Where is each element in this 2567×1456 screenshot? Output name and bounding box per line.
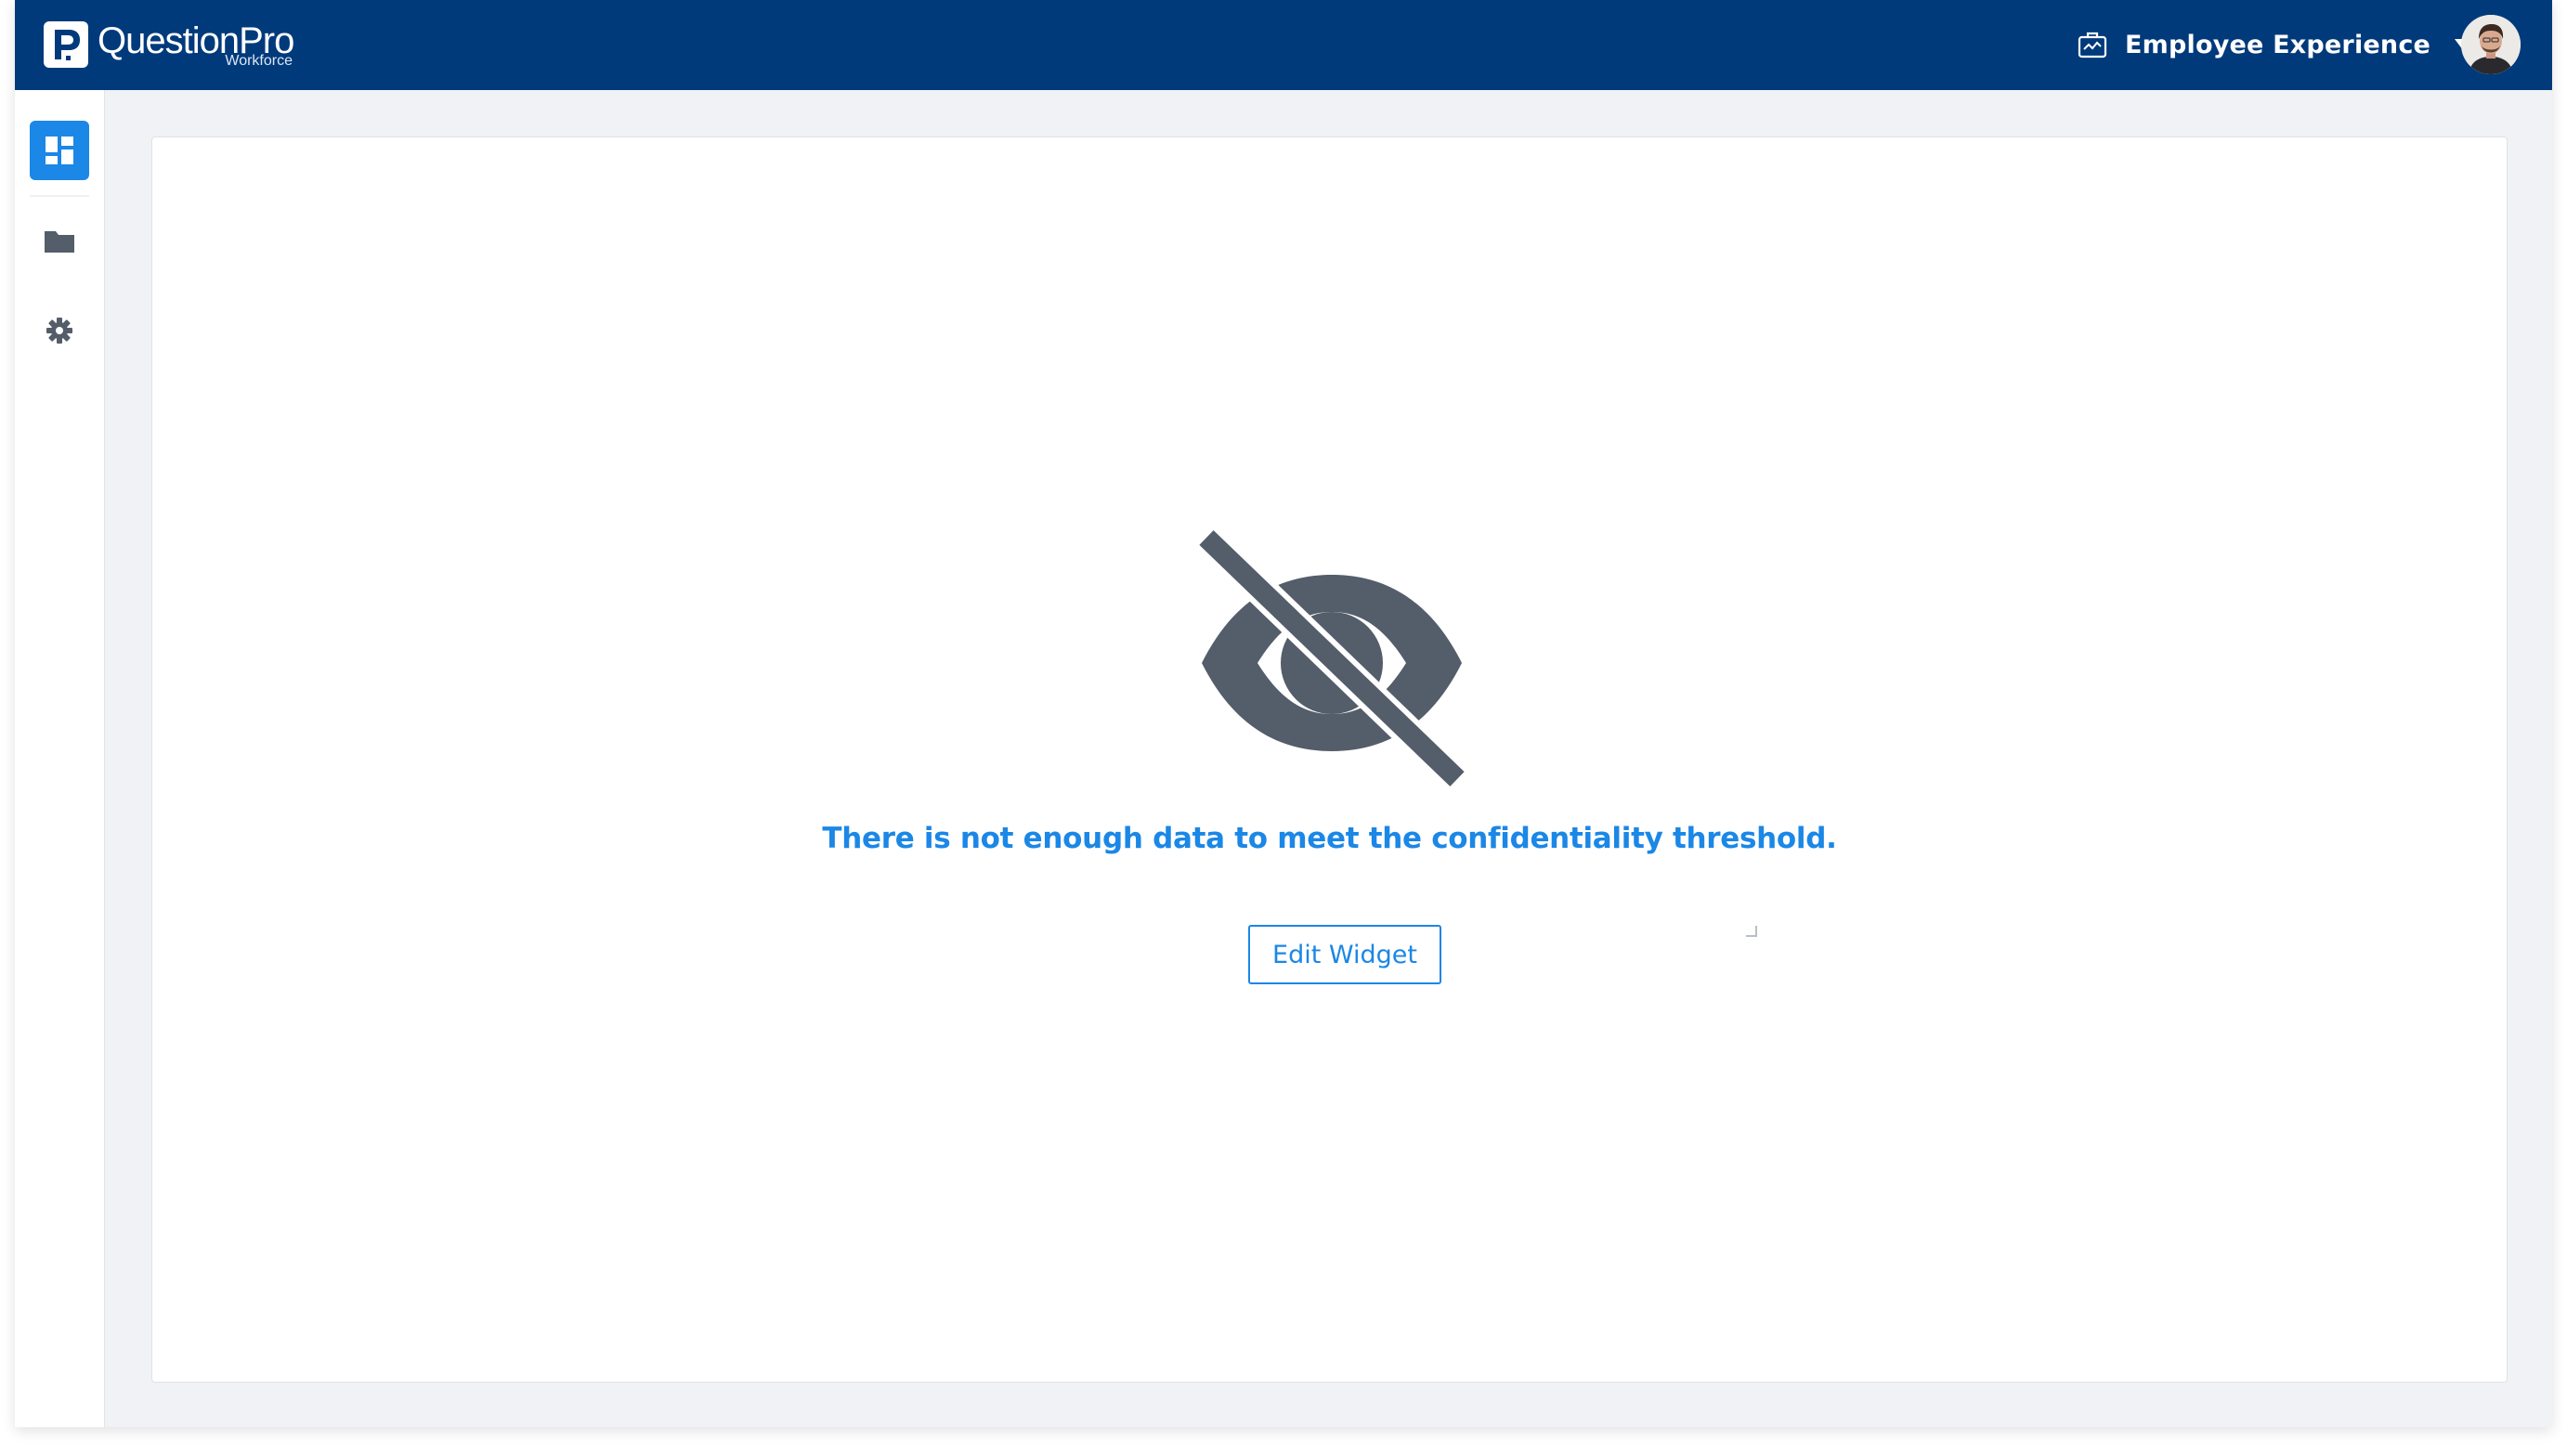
briefcase-chart-icon (2078, 32, 2107, 58)
sidebar-item-settings[interactable] (30, 301, 89, 360)
user-avatar-icon (2461, 15, 2521, 74)
folder-icon (45, 231, 74, 253)
workspace-label: Employee Experience (2125, 30, 2431, 59)
questionpro-logo-icon (44, 21, 88, 68)
workspace-switcher[interactable]: Employee Experience (2077, 20, 2473, 69)
eye-slash-icon (1195, 526, 1476, 793)
top-bar: QuestionPro Workforce Employee Experienc… (15, 0, 2552, 90)
confidentiality-message: There is not enough data to meet the con… (822, 822, 1837, 855)
sidebar-item-folders[interactable] (30, 212, 89, 271)
brand-subtitle: Workforce (225, 53, 293, 69)
gear-icon (46, 318, 72, 344)
sidebar-divider (30, 195, 89, 197)
logo-wordmark: QuestionPro Workforce (98, 20, 294, 69)
widget-card: There is not enough data to meet the con… (151, 136, 2508, 1383)
dashboard-icon (46, 136, 73, 164)
app-window: QuestionPro Workforce Employee Experienc… (15, 0, 2552, 1427)
questionpro-logo[interactable]: QuestionPro Workforce (44, 20, 294, 69)
resize-handle[interactable] (1746, 926, 1757, 937)
edit-widget-button[interactable]: Edit Widget (1248, 925, 1441, 984)
user-avatar[interactable] (2461, 15, 2521, 74)
sidebar-item-dashboard[interactable] (30, 121, 89, 180)
sidebar (15, 90, 105, 1427)
